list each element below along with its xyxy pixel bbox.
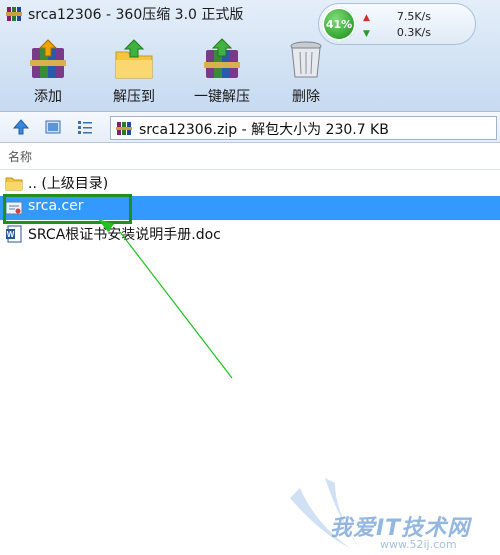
- annotation-arrow: [98, 219, 233, 379]
- watermark-url: www.52ij.com: [380, 538, 457, 551]
